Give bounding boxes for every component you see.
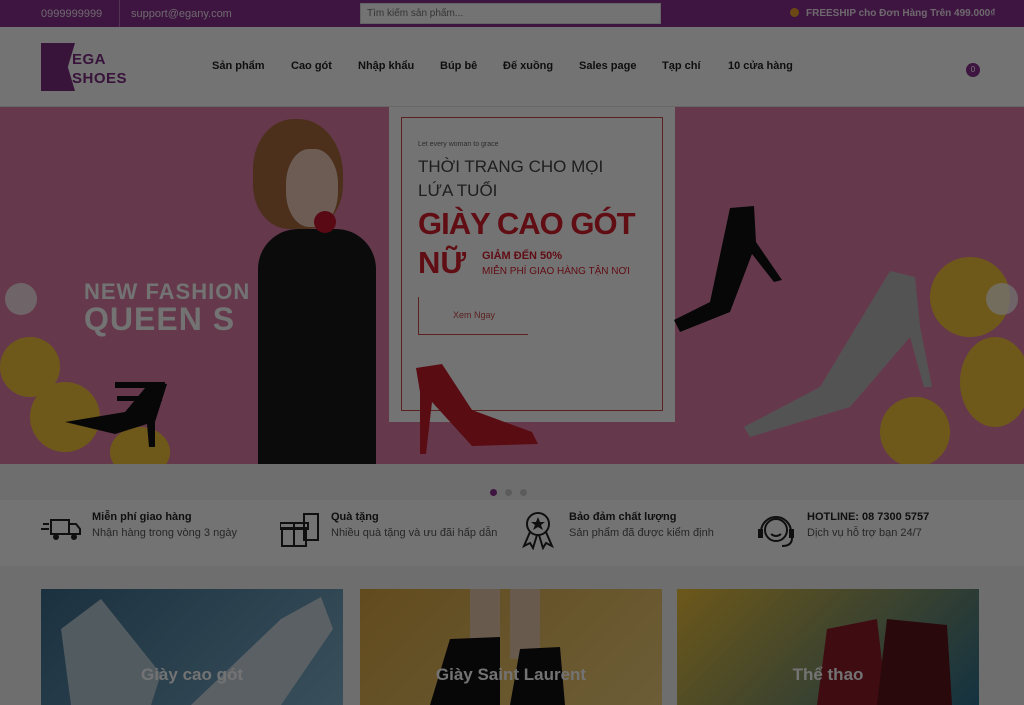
nav-item-sales-page[interactable]: Sales page: [579, 60, 636, 72]
feature-subtitle: Sản phẩm đã được kiểm định: [569, 527, 714, 539]
page: 0999999999 support@egany.com FREESHIP ch…: [0, 0, 1024, 705]
hero-banner[interactable]: NEW FASHION QUEEN S Let every woman to g…: [0, 107, 1024, 464]
nav-item-cua-hang[interactable]: 10 cửa hàng: [728, 60, 793, 72]
model-image: [248, 119, 398, 464]
gift-icon: [280, 513, 319, 547]
category-section: Giày cao gót Giày Saint Laurent Thể thao: [0, 566, 1024, 705]
phone-number[interactable]: 0999999999: [41, 8, 102, 20]
hero-left-line2: QUEEN S: [84, 301, 236, 337]
feature-title: Miễn phí giao hàng: [92, 511, 192, 523]
top-bar: 0999999999 support@egany.com FREESHIP ch…: [0, 0, 1024, 27]
rose-image: [314, 211, 336, 233]
nav-item-de-xuong[interactable]: Đế xuồng: [503, 60, 553, 72]
cart-count-badge[interactable]: 0: [966, 63, 980, 77]
promo-big-line2: NỮ: [418, 245, 467, 280]
slider-dots: [490, 483, 535, 496]
freeship-dot-icon: [790, 8, 799, 17]
logo-mark: [41, 43, 63, 91]
flower-decoration: [960, 337, 1024, 427]
category-card-the-thao[interactable]: Thể thao: [677, 589, 979, 705]
truck-icon: [41, 519, 81, 540]
divider: [119, 0, 120, 27]
category-label: Giày cao gót: [140, 665, 244, 684]
promo-headline: THỜI TRANG CHO MỌI LỨA TUỔI: [418, 155, 603, 203]
slider-dot-3[interactable]: [520, 489, 527, 496]
logo-text-line1: EGA: [72, 51, 107, 68]
headset-icon: [758, 516, 794, 547]
red-heel-image: [416, 364, 538, 454]
logo-text-line2: SHOES: [72, 70, 128, 87]
category-card-saint-laurent[interactable]: Giày Saint Laurent: [360, 589, 662, 705]
promo-big-line1: GIÀY CAO GÓT: [418, 206, 636, 241]
category-label: Giày Saint Laurent: [435, 665, 587, 684]
feature-title: Bảo đảm chất lượng: [569, 511, 677, 523]
header: EGA SHOES Sản phẩm Cao gót Nhập khẩu Búp…: [0, 27, 1024, 107]
promo-shipping: MIỄN PHÍ GIAO HÀNG TẬN NƠI: [482, 266, 630, 277]
silver-heel-image: [744, 271, 932, 437]
slider-dot-2[interactable]: [505, 489, 512, 496]
promo-tagline: Let every woman to grace: [418, 141, 499, 148]
nav-item-cao-got[interactable]: Cao gót: [291, 60, 332, 72]
search-input[interactable]: [360, 3, 661, 24]
feature-title: HOTLINE: 08 7300 5757: [807, 511, 930, 523]
slider-prev-button[interactable]: [5, 283, 37, 315]
freeship-text: FREESHIP cho Đơn Hàng Trên 499.000₫: [806, 8, 996, 19]
category-label: Thể thao: [792, 665, 864, 684]
cta-button[interactable]: Xem Ngay: [418, 297, 528, 335]
features-bar: Miễn phí giao hàng Nhận hàng trong vòng …: [0, 500, 1024, 566]
category-image: [430, 589, 565, 705]
promo-headline-line2: LỨA TUỔI: [418, 181, 498, 200]
freeship-notice: FREESHIP cho Đơn Hàng Trên 499.000₫: [790, 8, 995, 19]
slider-next-button[interactable]: [986, 283, 1018, 315]
feature-subtitle: Dịch vụ hỗ trợ bạn 24/7: [807, 527, 922, 539]
model-body: [258, 229, 376, 464]
slider-dot-1[interactable]: [490, 489, 497, 496]
sandal-image: [65, 382, 167, 447]
feature-title: Quà tặng: [331, 511, 379, 523]
feature-subtitle: Nhận hàng trong vòng 3 ngày: [92, 527, 237, 539]
nav-item-san-pham[interactable]: Sản phẩm: [212, 60, 265, 72]
support-email[interactable]: support@egany.com: [131, 8, 232, 20]
nav-item-nhap-khau[interactable]: Nhập khẩu: [358, 60, 414, 72]
category-card-cao-got[interactable]: Giày cao gót: [41, 589, 343, 705]
feature-subtitle: Nhiều quà tặng và ưu đãi hấp dẫn: [331, 527, 498, 539]
cta-label: Xem Ngay: [453, 310, 496, 320]
logo[interactable]: EGA SHOES: [41, 43, 141, 93]
promo-discount: GIẢM ĐẾN 50%: [482, 250, 563, 262]
nav-item-tap-chi[interactable]: Tạp chí: [662, 60, 701, 72]
category-image: [817, 619, 952, 705]
nav-item-bup-be[interactable]: Búp bê: [440, 60, 477, 72]
category-image: [61, 597, 333, 705]
quality-badge-icon: [522, 512, 554, 550]
promo-headline-line1: THỜI TRANG CHO MỌI: [418, 157, 604, 176]
